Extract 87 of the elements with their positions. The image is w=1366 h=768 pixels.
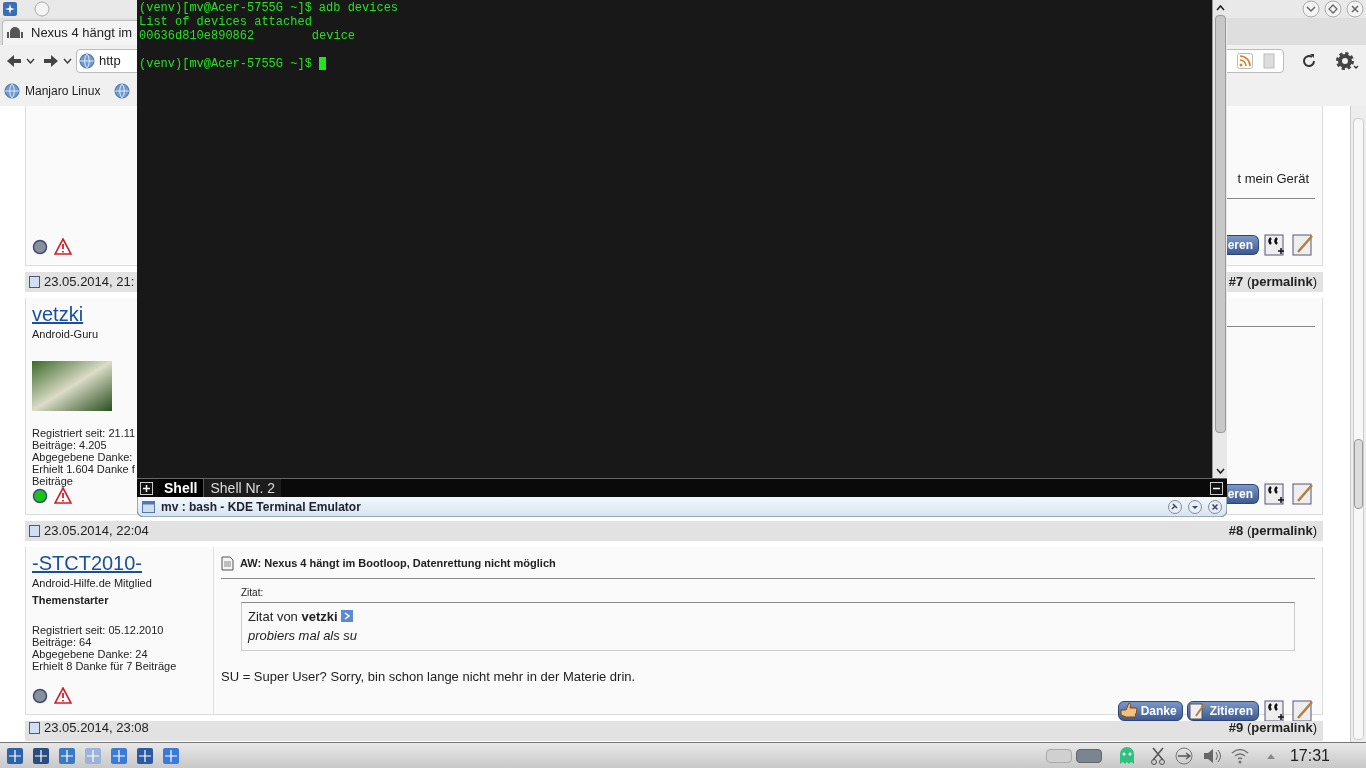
multi-quote-icon[interactable] bbox=[1263, 233, 1287, 257]
terminal-window-title: mv : bash - KDE Terminal Emulator bbox=[161, 498, 361, 516]
globe-icon bbox=[4, 83, 20, 99]
text-cursor bbox=[318, 57, 326, 70]
quote-button[interactable]: eren bbox=[1225, 235, 1259, 255]
terminal-command: adb devices bbox=[318, 1, 399, 15]
pager-desktop[interactable] bbox=[1075, 748, 1102, 763]
user-stat: Registriert seit: 21.11 bbox=[32, 427, 136, 439]
post-date: 23.05.2014, 21: bbox=[44, 273, 135, 292]
quote-author: Zitat von vetzki bbox=[248, 607, 338, 626]
terminal-tab[interactable]: Shell bbox=[158, 479, 205, 497]
user-stat: Abgegebene Danke: bbox=[32, 451, 133, 463]
user-stat: Beiträge bbox=[32, 475, 73, 487]
user-stat: Beiträge: 4.205 bbox=[32, 439, 107, 451]
document-icon bbox=[29, 276, 40, 288]
user-stat: Erhielt 1.604 Danke f bbox=[32, 463, 135, 475]
post-date: 23.05.2014, 22:04 bbox=[44, 522, 149, 541]
warning-icon[interactable] bbox=[54, 487, 72, 504]
settings-icon[interactable] bbox=[1334, 49, 1360, 72]
multi-quote-icon[interactable] bbox=[1263, 698, 1287, 723]
terminal-scrollbar[interactable] bbox=[1212, 0, 1227, 478]
terminal-tab[interactable]: Shell Nr. 2 bbox=[204, 479, 282, 497]
user-title: Android-Hilfe.de Mitglied bbox=[32, 576, 152, 591]
scissors-icon[interactable] bbox=[1149, 746, 1166, 765]
post-text: t mein Gerät bbox=[1237, 171, 1309, 186]
new-tab-icon[interactable] bbox=[140, 481, 153, 495]
globe-icon bbox=[78, 52, 95, 69]
user-stat: Erhielt 8 Danke für 7 Beiträge bbox=[32, 660, 177, 672]
terminal-output: 00636d810e890862 device bbox=[139, 29, 356, 43]
document-icon bbox=[221, 555, 234, 571]
maximize-button[interactable] bbox=[1324, 0, 1342, 18]
close-button[interactable] bbox=[1346, 0, 1364, 18]
post-permalink[interactable]: #7 (permalink) bbox=[1228, 272, 1319, 292]
user-stat: Abgegebene Danke: 24 bbox=[32, 648, 148, 660]
document-icon bbox=[29, 525, 40, 537]
terminal-prompt: (venv)[mv@Acer-5755G ~]$ bbox=[139, 1, 312, 15]
post-permalink[interactable]: #8 (permalink) bbox=[1228, 521, 1319, 541]
quote-button[interactable]: Zitieren bbox=[1186, 700, 1259, 721]
kde-icon bbox=[2, 1, 18, 17]
rss-feed-icon[interactable] bbox=[1237, 52, 1254, 69]
document-icon bbox=[29, 722, 40, 734]
post-permalink[interactable]: #9 (permalink) bbox=[1228, 721, 1319, 735]
volume-icon[interactable] bbox=[1201, 746, 1222, 765]
forward-arrow-icon[interactable] bbox=[43, 53, 59, 68]
user-title: Android-Guru bbox=[32, 327, 99, 342]
terminal-prompt: (venv)[mv@Acer-5755G ~]$ bbox=[139, 57, 312, 71]
username-link[interactable]: -STCT2010- bbox=[32, 551, 143, 575]
minimize-button[interactable] bbox=[1210, 481, 1223, 495]
user-stat: Registriert seit: 05.12.2010 bbox=[32, 624, 164, 636]
scrollbar-thumb[interactable] bbox=[1214, 15, 1226, 433]
dropdown-button[interactable] bbox=[1188, 499, 1202, 514]
post-date: 23.05.2014, 23:08 bbox=[44, 721, 149, 735]
compass-icon[interactable] bbox=[162, 746, 180, 765]
warning-icon[interactable] bbox=[54, 238, 72, 255]
user-rank: Themenstarter bbox=[32, 592, 109, 608]
desktop-icon[interactable] bbox=[32, 746, 50, 765]
clock[interactable]: 17:31 bbox=[1289, 743, 1330, 768]
post-text: SU = Super User? Sorry, bin schon lange nicht mehr in der Materie drin. bbox=[221, 668, 637, 684]
dolphin-icon[interactable] bbox=[58, 746, 76, 765]
bookmark-link[interactable]: Manjaro Linux bbox=[4, 82, 101, 100]
quote-text: probiers mal als su bbox=[248, 627, 359, 645]
quote-button[interactable]: eren bbox=[1225, 484, 1259, 504]
terminal-window-icon bbox=[142, 500, 155, 513]
dropdown-caret-icon[interactable] bbox=[62, 56, 72, 65]
post-title: AW: Nexus 4 hängt im Bootloop, Datenrettung nicht möglich bbox=[240, 556, 556, 571]
chart-window-icon[interactable] bbox=[136, 746, 154, 765]
quote-label: Zitat: bbox=[241, 585, 265, 600]
wifi-icon[interactable] bbox=[1229, 746, 1250, 765]
app-launcher-icon[interactable] bbox=[6, 746, 24, 765]
dropdown-caret-icon[interactable] bbox=[26, 56, 35, 65]
view-post-arrow-icon[interactable] bbox=[340, 610, 353, 623]
thanks-button[interactable]: Danke bbox=[1117, 700, 1183, 721]
tab-title: Nexus 4 hängt im bbox=[31, 24, 133, 43]
vertical-scrollbar[interactable] bbox=[1350, 106, 1366, 742]
close-button[interactable] bbox=[1208, 499, 1222, 514]
globe-icon[interactable] bbox=[114, 83, 131, 99]
scrollbar-thumb[interactable] bbox=[1354, 439, 1363, 509]
compass-icon[interactable] bbox=[110, 746, 128, 765]
pin-button[interactable] bbox=[1168, 499, 1182, 514]
thumbs-up-icon bbox=[1118, 700, 1139, 721]
warning-icon[interactable] bbox=[54, 687, 72, 704]
user-stat: Beiträge: 64 bbox=[32, 636, 92, 648]
browser-tab[interactable]: Nexus 4 hängt im bbox=[2, 20, 137, 45]
back-arrow-icon[interactable] bbox=[6, 53, 22, 68]
multi-quote-icon[interactable] bbox=[1263, 482, 1287, 506]
username-link[interactable]: vetzki bbox=[32, 302, 84, 326]
terminal-output: List of devices attached bbox=[139, 15, 312, 29]
